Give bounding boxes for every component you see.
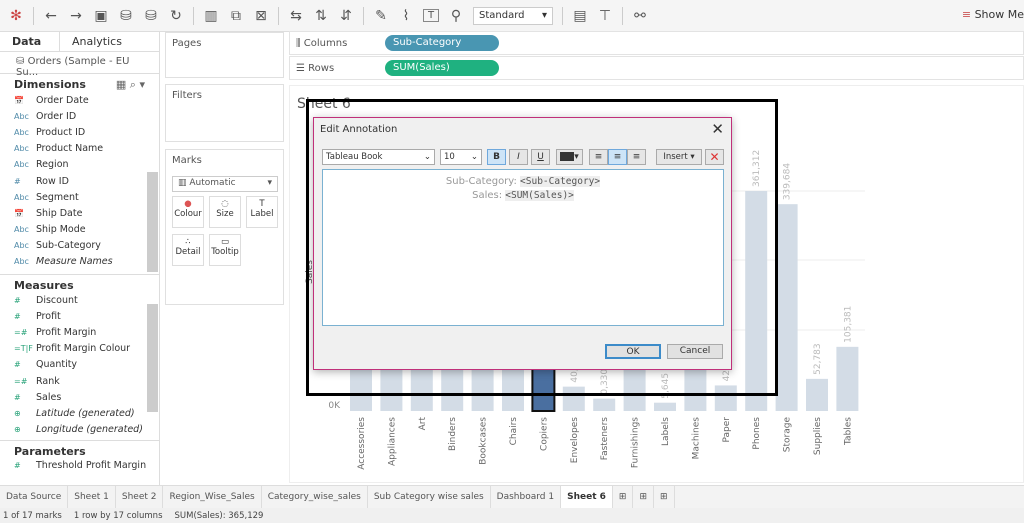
- line1-token: <Sub-Category>: [520, 176, 601, 187]
- x-tick-label: Phones: [752, 417, 762, 450]
- data-label: 52,783: [813, 343, 823, 375]
- x-tick-label: Bookcases: [479, 417, 489, 465]
- bar: [593, 398, 616, 411]
- close-icon[interactable]: ✕: [711, 120, 724, 138]
- x-tick-label: Copiers: [539, 417, 549, 451]
- x-tick-label: Art: [418, 417, 428, 431]
- bar: [836, 346, 859, 411]
- bar: [654, 402, 676, 411]
- annotation-editor[interactable]: Sub-Category: <Sub-Category> Sales: <SUM…: [322, 169, 724, 326]
- new-dashboard-icon[interactable]: ⊞: [633, 485, 654, 509]
- x-tick-label: Fasteners: [600, 417, 610, 461]
- x-tick-label: Binders: [448, 417, 458, 451]
- sheet-tab[interactable]: Sub Category wise sales: [368, 485, 491, 509]
- cancel-button[interactable]: Cancel: [667, 344, 723, 359]
- line1-label: Sub-Category:: [445, 176, 521, 187]
- x-tick-label: Furnishings: [631, 417, 641, 468]
- x-tick-label: Storage: [783, 417, 793, 453]
- sheet-tab[interactable]: Region_Wise_Sales: [163, 485, 262, 509]
- font-value: Tableau Book: [326, 152, 383, 162]
- sum-sales: SUM(Sales): 365,129: [174, 510, 264, 521]
- sheet-tab[interactable]: Sheet 2: [116, 485, 164, 509]
- dialog-title: Edit Annotation: [320, 124, 398, 135]
- sheet-tab[interactable]: Data Source: [0, 485, 69, 509]
- new-story-icon[interactable]: ⊞: [654, 485, 675, 509]
- insert-button[interactable]: Insert ▾: [656, 149, 702, 165]
- chevron-down-icon: ⌄: [470, 152, 478, 162]
- data-label: 339,684: [783, 163, 793, 200]
- chevron-down-icon: ⌄: [423, 152, 431, 162]
- sheet-tab[interactable]: Dashboard 1: [491, 485, 562, 509]
- bold-button[interactable]: B: [487, 149, 506, 165]
- x-tick-label: Chairs: [509, 417, 519, 446]
- align-right-button[interactable]: ≡: [627, 149, 646, 165]
- status-bar: 1 of 17 marks 1 row by 17 columns SUM(Sa…: [0, 508, 1024, 523]
- dimensions-count: 1 row by 17 columns: [73, 510, 163, 521]
- sheet-tab[interactable]: Category_wise_sales: [262, 485, 368, 509]
- sheet-tab[interactable]: Sheet 6: [561, 485, 613, 509]
- ok-button[interactable]: OK: [605, 344, 661, 359]
- edit-annotation-dialog: Edit Annotation ✕ Tableau Book ⌄ 10 ⌄ B I …: [313, 117, 732, 370]
- x-tick-label: Appliances: [387, 417, 397, 466]
- line2-label: Sales:: [472, 190, 506, 201]
- x-tick-label: Tables: [843, 417, 853, 446]
- sheet-tabs-bar: Data Source Sheet 1 Sheet 2 Region_Wise_Sal…: [0, 485, 1024, 509]
- underline-button[interactable]: U: [531, 149, 550, 165]
- marks-count: 1 of 17 marks: [3, 510, 62, 521]
- x-tick-label: Supplies: [813, 417, 823, 455]
- italic-button[interactable]: I: [509, 149, 528, 165]
- bar: [806, 378, 828, 411]
- color-swatch-icon: [560, 152, 575, 161]
- x-tick-label: Accessories: [357, 417, 367, 470]
- x-tick-label: Labels: [661, 417, 671, 446]
- bar: [775, 204, 798, 411]
- clear-icon[interactable]: ✕: [705, 149, 724, 165]
- x-tick-label: Envelopes: [570, 417, 580, 464]
- new-worksheet-icon[interactable]: ⊞: [613, 485, 634, 509]
- sheet-tab[interactable]: Sheet 1: [68, 485, 116, 509]
- data-label: 105,381: [843, 306, 853, 343]
- align-center-button[interactable]: ≡: [608, 149, 627, 165]
- font-size-dropdown[interactable]: 10 ⌄: [440, 149, 482, 165]
- x-tick-label: Machines: [691, 417, 701, 460]
- font-dropdown[interactable]: Tableau Book ⌄: [322, 149, 435, 165]
- text-color-button[interactable]: ▾: [556, 149, 583, 165]
- font-size-value: 10: [444, 152, 455, 162]
- line2-token: <SUM(Sales)>: [505, 190, 574, 201]
- x-tick-label: Paper: [722, 417, 732, 443]
- y-tick-label: 0K: [328, 401, 341, 411]
- align-left-button[interactable]: ≡: [589, 149, 608, 165]
